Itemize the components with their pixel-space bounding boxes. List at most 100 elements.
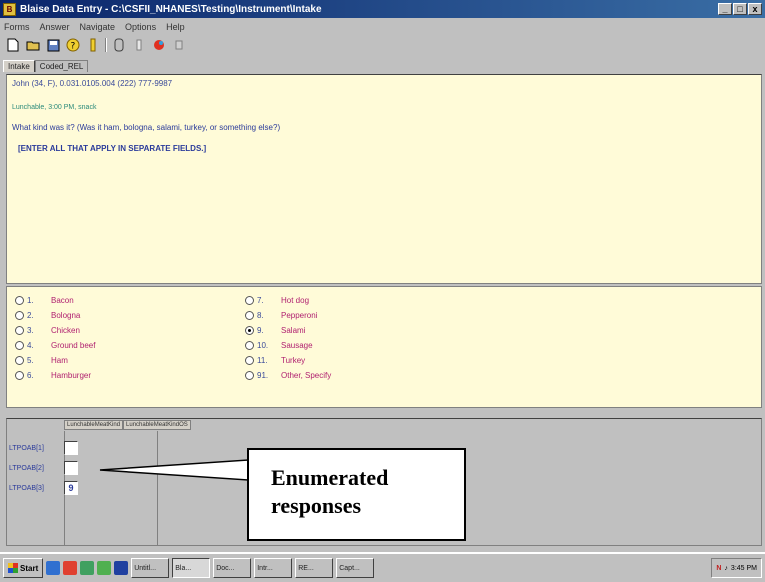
answer-option[interactable]: 10. Sausage (245, 338, 331, 353)
grid-row: LTPOAB[3] 9 (9, 481, 78, 495)
answer-code: 8. (257, 311, 264, 320)
answer-code: 11. (257, 356, 268, 365)
answer-option[interactable]: 9. Salami (245, 323, 331, 338)
answer-option[interactable]: 5. Ham (15, 353, 95, 368)
minimize-button[interactable]: _ (718, 3, 732, 15)
menu-options[interactable]: Options (125, 22, 156, 32)
radio-button[interactable] (15, 296, 24, 305)
start-button[interactable]: Start (3, 558, 44, 578)
svg-text:?: ? (71, 42, 76, 52)
menu-navigate[interactable]: Navigate (80, 22, 116, 32)
save-form-icon[interactable] (45, 37, 61, 53)
interviewer-instruction: [ENTER ALL THAT APPLY IN SEPARATE FIELDS… (18, 144, 207, 153)
radio-button[interactable] (15, 341, 24, 350)
close-button[interactable]: x (748, 3, 762, 15)
radio-button[interactable] (15, 356, 24, 365)
field-input[interactable] (64, 441, 78, 455)
answer-option[interactable]: 11. Turkey (245, 353, 331, 368)
grid-header: LunchableMeatKind LunchableMeatKindOS (64, 420, 191, 430)
answer-option[interactable]: 4. Ground beef (15, 338, 95, 353)
windows-logo-icon (8, 563, 18, 573)
maximize-button[interactable]: □ (733, 3, 747, 15)
network-icon[interactable]: N (716, 565, 721, 572)
answer-code: 5. (27, 356, 34, 365)
radio-button[interactable] (15, 371, 24, 380)
info-icon[interactable] (85, 37, 101, 53)
task-button[interactable]: Untitl... (131, 558, 170, 578)
tool-icon[interactable] (171, 37, 187, 53)
answer-option[interactable]: 6. Hamburger (15, 368, 95, 383)
radio-button-selected[interactable] (245, 326, 254, 335)
answer-option[interactable]: 1. Bacon (15, 293, 95, 308)
toolbar-separator (105, 38, 107, 52)
launcher-icon[interactable] (97, 561, 112, 575)
field-label: LTPOAB[3] (9, 484, 44, 492)
mail-icon[interactable] (63, 561, 78, 575)
answer-option[interactable]: 3. Chicken (15, 323, 95, 338)
answer-option[interactable]: 7. Hot dog (245, 293, 331, 308)
answer-option[interactable]: 91. Other, Specify (245, 368, 331, 383)
form-tabs: Intake Coded_REL (0, 56, 765, 72)
answer-option[interactable]: 8. Pepperoni (245, 308, 331, 323)
field-input-active[interactable]: 9 (64, 481, 78, 495)
new-form-icon[interactable] (5, 37, 21, 53)
clock[interactable]: 3:45 PM (731, 565, 757, 572)
field-input[interactable] (64, 461, 78, 475)
answer-code: 1. (27, 296, 34, 305)
explorer-icon[interactable] (80, 561, 95, 575)
start-label: Start (20, 563, 39, 573)
open-form-icon[interactable] (25, 37, 41, 53)
task-button[interactable]: Capt... (336, 558, 375, 578)
answer-option[interactable]: 2. Bologna (15, 308, 95, 323)
answer-column-right: 7. Hot dog 8. Pepperoni 9. Salami 10. Sausag… (245, 293, 331, 383)
answer-label: Salami (281, 326, 306, 335)
radio-button[interactable] (245, 296, 254, 305)
watch-icon[interactable] (131, 37, 147, 53)
radio-button[interactable] (15, 326, 24, 335)
answer-label: Ham (51, 356, 68, 365)
answer-label: Turkey (281, 356, 306, 365)
help-icon[interactable]: ? (65, 37, 81, 53)
respondent-header: John (34, F), 0.031.0105.004 (222) 777-9… (12, 79, 173, 88)
answer-column-left: 1. Bacon 2. Bologna 3. Chicken 4. Ground bee… (15, 293, 95, 383)
question-text: What kind was it? (Was it ham, bologna, … (12, 123, 281, 132)
radio-button[interactable] (245, 371, 254, 380)
answer-label: Bacon (51, 296, 74, 305)
tab-coded-rel[interactable]: Coded_REL (34, 60, 89, 72)
app-icon: B (3, 2, 16, 16)
field-label: LTPOAB[2] (9, 464, 44, 472)
field-label: LTPOAB[1] (9, 444, 44, 452)
task-button[interactable]: Doc... (213, 558, 252, 578)
answer-label: Hamburger (51, 371, 92, 380)
lookup-icon[interactable] (111, 37, 127, 53)
task-button-active[interactable]: Bla... (172, 558, 211, 578)
radio-button[interactable] (15, 311, 24, 320)
window-controls: _ □ x (718, 3, 762, 15)
menu-answer[interactable]: Answer (40, 22, 70, 32)
paint-icon[interactable] (151, 37, 167, 53)
menu-help[interactable]: Help (166, 22, 185, 32)
answer-label: Other, Specify (281, 371, 332, 380)
task-button[interactable]: Intr... (254, 558, 293, 578)
answer-code: 2. (27, 311, 34, 320)
callout-box: Enumerated responses (247, 448, 466, 541)
grid-column-header[interactable]: LunchableMeatKindOS (123, 420, 191, 430)
title-bar: B Blaise Data Entry - C:\CSFII_NHANES\Te… (0, 0, 765, 18)
answer-label: Bologna (51, 311, 81, 320)
tab-intake[interactable]: Intake (3, 60, 35, 72)
answer-label: Pepperoni (281, 311, 318, 320)
desktop-icon[interactable] (114, 561, 129, 575)
taskbar: Start Untitl... Bla... Doc... Intr... RE… (0, 552, 765, 582)
volume-icon[interactable]: ♪ (724, 565, 728, 572)
answer-code: 91. (257, 371, 269, 380)
radio-button[interactable] (245, 341, 254, 350)
menu-forms[interactable]: Forms (4, 22, 30, 32)
radio-button[interactable] (245, 311, 254, 320)
radio-button[interactable] (245, 356, 254, 365)
answer-code: 10. (257, 341, 269, 350)
task-button[interactable]: RE... (295, 558, 334, 578)
grid-column-header[interactable]: LunchableMeatKind (64, 420, 124, 430)
browser-icon[interactable] (46, 561, 61, 575)
food-context: Lunchable, 3:00 PM, snack (12, 104, 97, 111)
answer-code: 6. (27, 371, 34, 380)
